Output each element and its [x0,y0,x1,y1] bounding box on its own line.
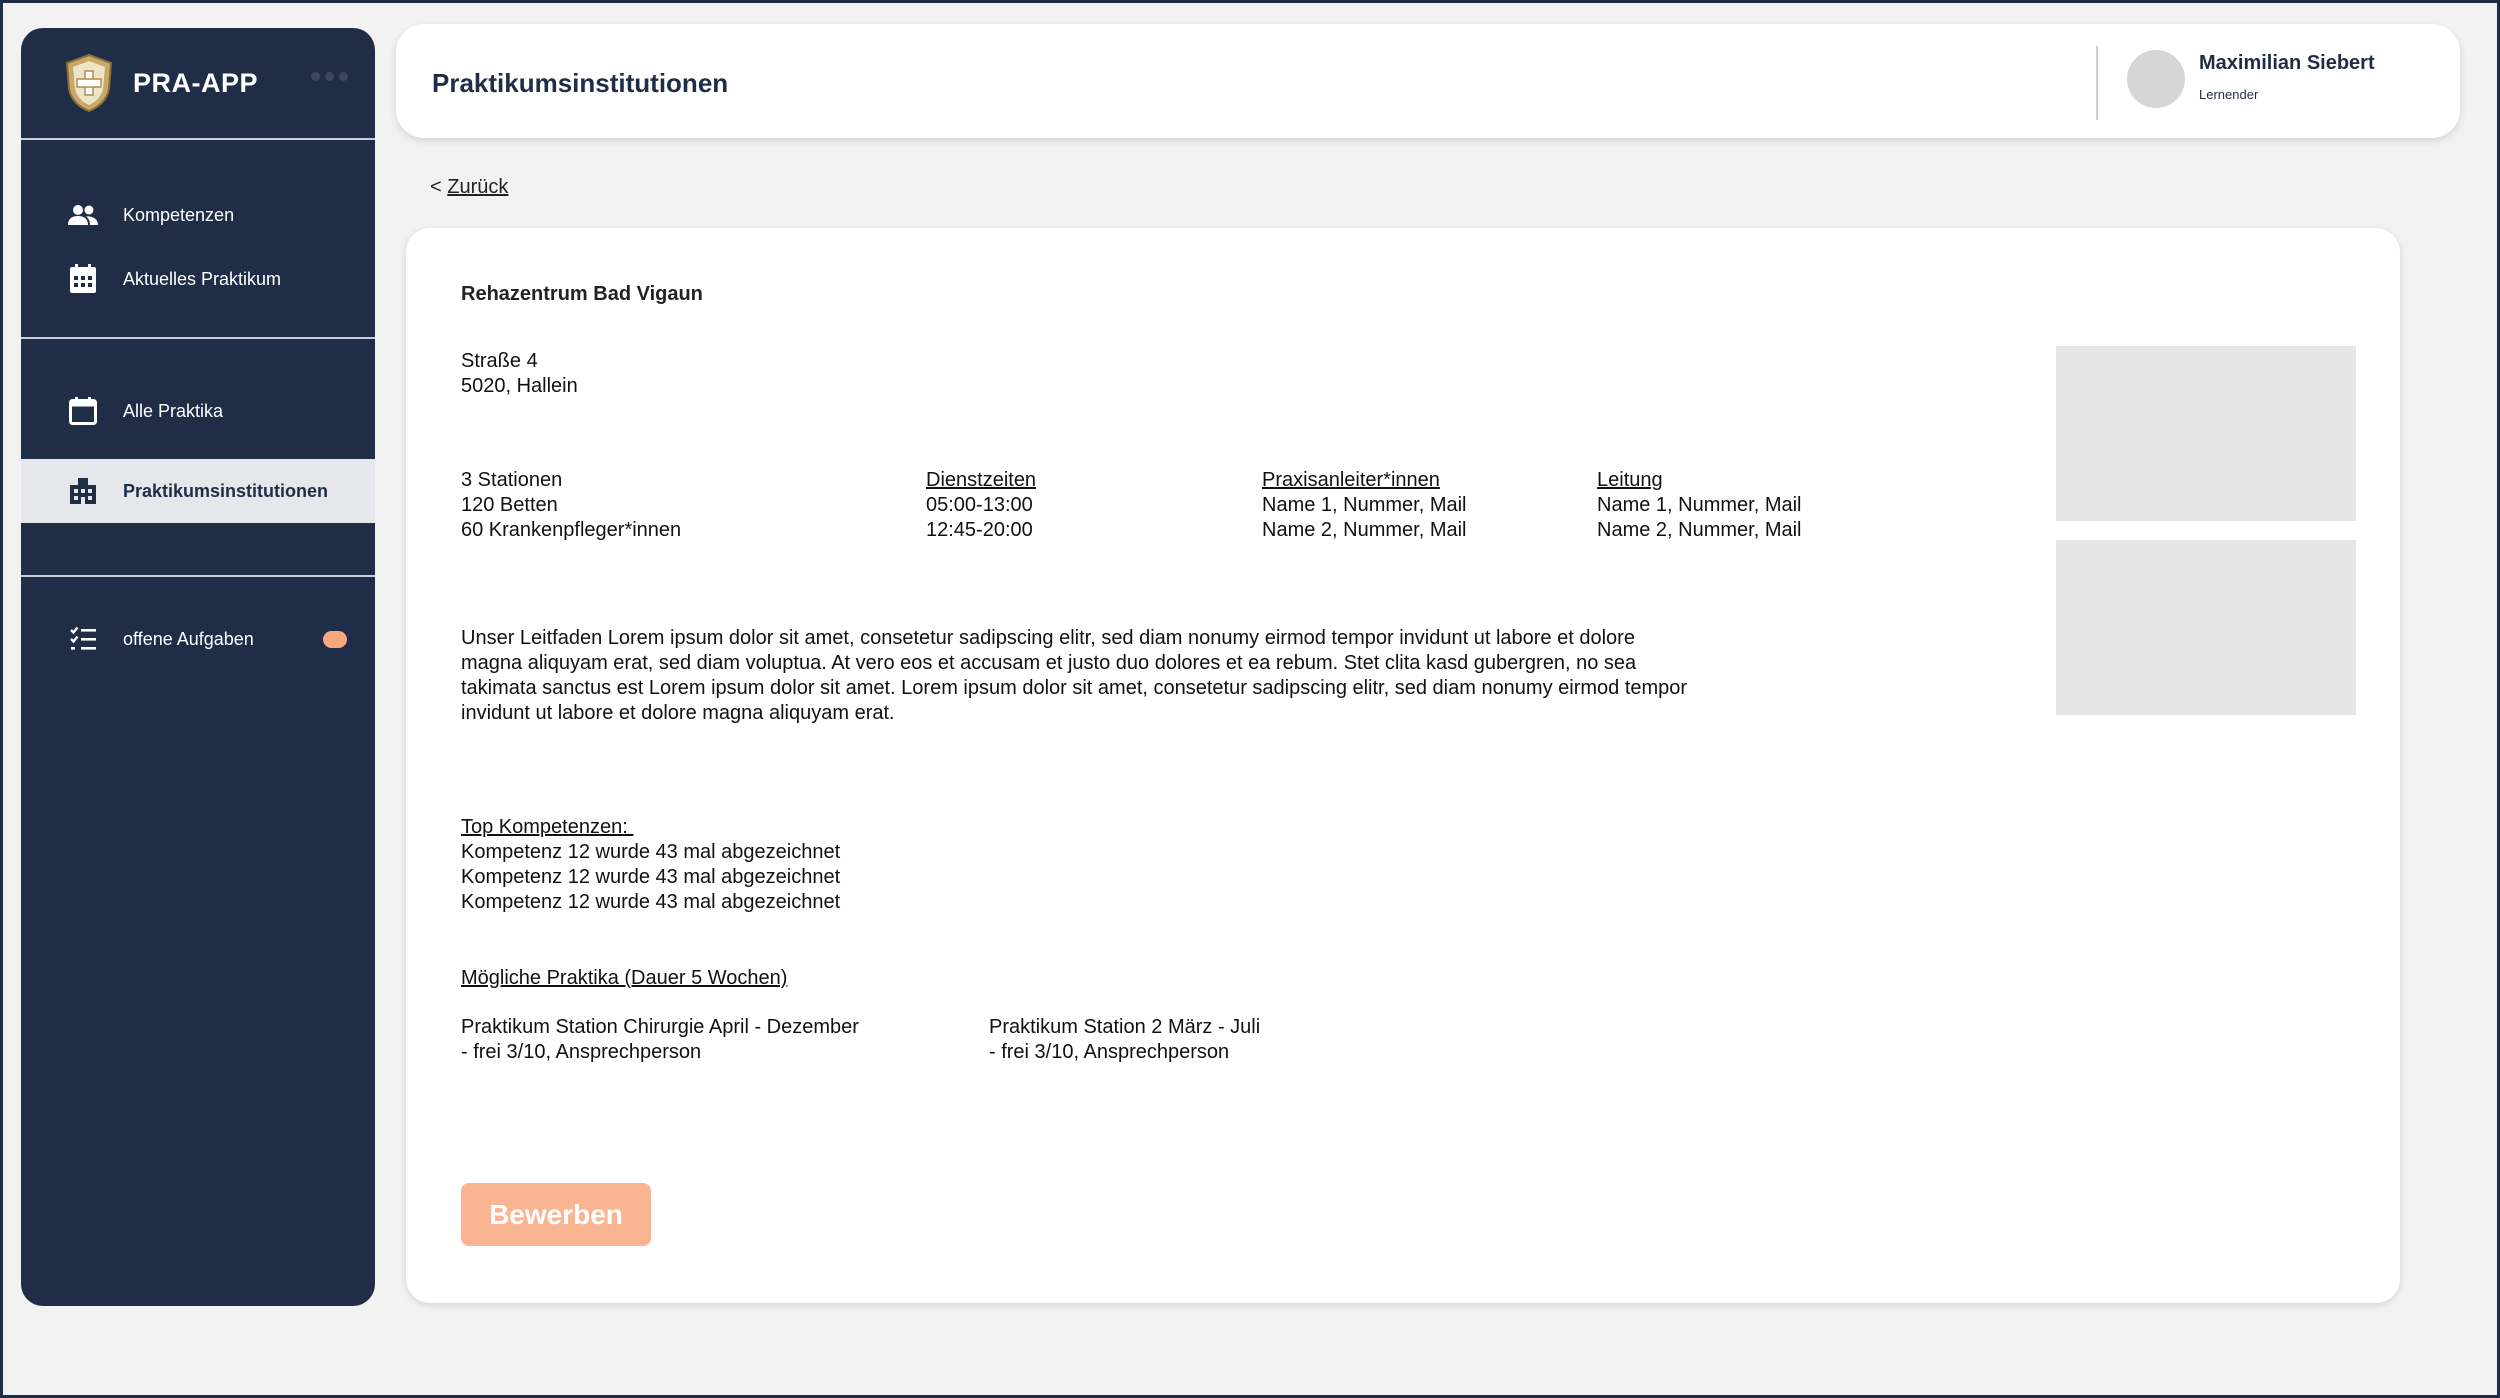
sidebar-item-label: Praktikumsinstitutionen [123,480,329,501]
user-name: Maximilian Siebert [2199,52,2375,74]
leitung-block: Leitung Name 1, Nummer, Mail Name 2, Num… [1597,468,1802,543]
kompetenz-row: Kompetenz 12 wurde 43 mal abgezeichnet [461,866,841,888]
address-block: Straße 4 5020, Hallein [461,349,578,399]
user-role: Lernender [2199,87,2259,102]
praktikum-detail: - frei 3/10, Ansprechperson [461,1041,702,1063]
app-name: PRA-APP [133,67,259,98]
dienstzeit-row: 05:00-13:00 [926,494,1033,516]
praktikum-title: Praktikum Station Chirurgie April - Deze… [461,1016,859,1038]
praktika-heading: Mögliche Praktika (Dauer 5 Wochen) [461,967,788,989]
tasks-badge [323,630,347,648]
image-placeholder [2056,540,2356,715]
praxisanleiter-row: Name 1, Nummer, Mail [1262,494,1467,516]
avatar[interactable] [2127,50,2185,108]
address-city: 5020, Hallein [461,375,578,397]
praktikum-title: Praktikum Station 2 März - Juli [989,1016,1261,1038]
back-link-container: < Zurück [430,176,508,199]
sidebar-item-label: Aktuelles Praktikum [123,268,282,289]
calendar-grid-icon [67,263,99,295]
top-kompetenzen-heading: Top Kompetenzen: [461,816,634,838]
institution-name: Rehazentrum Bad Vigaun [461,283,703,305]
praxisanleiter-row: Name 2, Nummer, Mail [1262,519,1467,541]
leitung-row: Name 2, Nummer, Mail [1597,519,1802,541]
facts-block: 3 Stationen 120 Betten 60 Krankenpfleger… [461,468,681,543]
sidebar: PRA-APP Kompetenzen Aktuelles Praktikum … [21,28,375,1306]
praktikum-detail: - frei 3/10, Ansprechperson [989,1041,1230,1063]
fact-item: 3 Stationen [461,469,563,491]
dienstzeiten-block: Dienstzeiten 05:00-13:00 12:45-20:00 [926,468,1036,543]
praxisanleiter-block: Praxisanleiter*innen Name 1, Nummer, Mai… [1262,468,1467,543]
top-header: Praktikumsinstitutionen Maximilian Siebe… [396,24,2460,138]
image-placeholder [2056,346,2356,521]
page-title: Praktikumsinstitutionen [432,68,729,98]
sidebar-item-alle-praktika[interactable]: Alle Praktika [21,379,375,443]
sidebar-item-kompetenzen[interactable]: Kompetenzen [21,183,375,247]
calendar-icon [67,395,99,427]
sidebar-item-label: offene Aufgaben [123,628,254,649]
leitung-heading: Leitung [1597,469,1663,491]
back-chevron: < [430,176,448,198]
praktikum-item[interactable]: Praktikum Station 2 März - Juli - frei 3… [989,1015,1260,1065]
sidebar-item-label: Kompetenzen [123,204,235,225]
kompetenz-row: Kompetenz 12 wurde 43 mal abgezeichnet [461,891,841,913]
dienstzeiten-heading: Dienstzeiten [926,469,1037,491]
sidebar-item-aktuelles-praktikum[interactable]: Aktuelles Praktikum [21,247,375,311]
sidebar-item-offene-aufgaben[interactable]: offene Aufgaben [21,607,375,671]
praktikum-item[interactable]: Praktikum Station Chirurgie April - Deze… [461,1015,859,1065]
leitung-row: Name 1, Nummer, Mail [1597,494,1802,516]
more-icon[interactable] [311,72,348,81]
sidebar-item-praktikumsinstitutionen[interactable]: Praktikumsinstitutionen [21,459,375,523]
shield-logo-icon [65,53,113,113]
dienstzeit-row: 12:45-20:00 [926,519,1033,541]
apply-button[interactable]: Bewerben [461,1183,651,1246]
back-link[interactable]: Zurück [447,176,508,198]
description-text: Unser Leitfaden Lorem ipsum dolor sit am… [461,627,1688,724]
fact-item: 60 Krankenpfleger*innen [461,519,682,541]
header-divider [2096,46,2098,120]
top-kompetenzen-block: Top Kompetenzen: Kompetenz 12 wurde 43 m… [461,815,840,915]
institution-card: Rehazentrum Bad Vigaun Straße 4 5020, Ha… [406,228,2400,1303]
sidebar-item-label: Alle Praktika [123,400,224,421]
brand: PRA-APP [21,28,375,138]
fact-item: 120 Betten [461,494,558,516]
praxisanleiter-heading: Praxisanleiter*innen [1262,469,1440,491]
checklist-icon [67,623,99,655]
users-icon [67,199,99,231]
building-icon [67,475,99,507]
kompetenz-row: Kompetenz 12 wurde 43 mal abgezeichnet [461,841,841,863]
address-street: Straße 4 [461,350,538,372]
